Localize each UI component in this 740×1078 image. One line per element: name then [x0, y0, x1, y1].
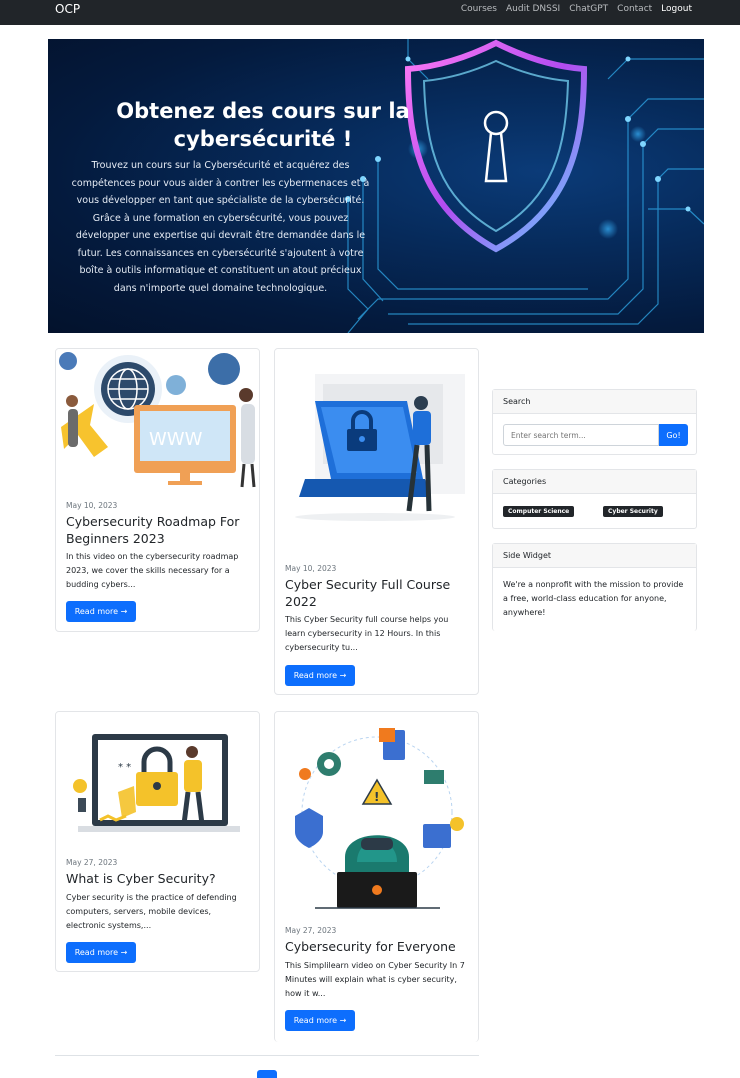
nav-link-audit-dnssi[interactable]: Audit DNSSI: [506, 4, 560, 14]
hacker-network-illustration-icon: !: [275, 712, 478, 917]
hero-description: Trouvez un cours sur la Cybersécurité et…: [71, 160, 370, 294]
post-title[interactable]: What is Cyber Security?: [66, 870, 251, 887]
read-more-button[interactable]: Read more →: [285, 665, 355, 686]
nav-link-courses[interactable]: Courses: [461, 4, 497, 14]
brand-link[interactable]: OCP: [55, 2, 80, 16]
www-monitor-illustration-icon: WWW: [56, 349, 259, 494]
divider: [55, 1055, 479, 1056]
side-widget-text: We're a nonprofit with the mission to pr…: [503, 580, 684, 617]
read-more-button[interactable]: Read more →: [66, 601, 136, 622]
nav-links: Courses Audit DNSSI ChatGPT Contact Logo…: [461, 4, 692, 14]
post-excerpt: Cyber security is the practice of defend…: [66, 893, 237, 930]
hero-title: Obtenez des cours sur la cybersécurité !: [116, 99, 410, 151]
nav-link-logout[interactable]: Logout: [661, 4, 692, 14]
post-card: * * May 27, 2023 What is Cyber Security?…: [55, 711, 260, 972]
search-go-button[interactable]: Go!: [659, 424, 688, 446]
category-badge-computer-science[interactable]: Computer Science: [503, 506, 575, 517]
category-badge-cyber-security[interactable]: Cyber Security: [603, 506, 663, 517]
read-more-button[interactable]: Read more →: [285, 1010, 355, 1031]
search-input[interactable]: [503, 424, 659, 446]
post-date: May 27, 2023: [66, 858, 118, 867]
post-excerpt: In this video on the cybersecurity roadm…: [66, 552, 239, 589]
padlock-screen-illustration-icon: * *: [56, 712, 259, 852]
post-title[interactable]: Cybersecurity for Everyone: [285, 938, 470, 955]
svg-text:!: !: [374, 790, 379, 804]
read-more-button[interactable]: Read more →: [66, 942, 136, 963]
search-widget-title: Search: [493, 390, 696, 414]
side-widget-title: Side Widget: [493, 544, 696, 568]
svg-text:* *: * *: [118, 762, 131, 773]
svg-text:WWW: WWW: [149, 429, 203, 450]
post-date: May 10, 2023: [66, 501, 118, 510]
post-card: May 10, 2023 Cyber Security Full Course …: [274, 348, 479, 695]
post-title[interactable]: Cybersecurity Roadmap For Beginners 2023: [66, 513, 251, 547]
post-title[interactable]: Cyber Security Full Course 2022: [285, 576, 470, 610]
hero-banner: Obtenez des cours sur la cybersécurité !…: [48, 39, 704, 333]
navbar: OCP Courses Audit DNSSI ChatGPT Contact …: [0, 0, 740, 25]
categories-widget: Categories Computer Science Cyber Securi…: [492, 469, 697, 529]
post-card: ! May 27, 2023 Cybersecurity for Everyon…: [274, 711, 479, 1042]
laptop-lock-illustration-icon: [275, 349, 478, 549]
post-excerpt: This Simplilearn video on Cyber Security…: [285, 961, 465, 998]
post-date: May 10, 2023: [285, 564, 337, 573]
categories-widget-title: Categories: [493, 470, 696, 494]
post-date: May 27, 2023: [285, 926, 337, 935]
nav-link-chatgpt[interactable]: ChatGPT: [569, 4, 608, 14]
nav-link-contact[interactable]: Contact: [617, 4, 652, 14]
pagination-button[interactable]: [257, 1070, 277, 1078]
search-widget: Search Go!: [492, 389, 697, 455]
side-widget: Side Widget We're a nonprofit with the m…: [492, 543, 697, 631]
post-excerpt: This Cyber Security full course helps yo…: [285, 615, 449, 652]
post-card: WWW May 10, 2023 Cybersecurity Roadmap F…: [55, 348, 260, 632]
